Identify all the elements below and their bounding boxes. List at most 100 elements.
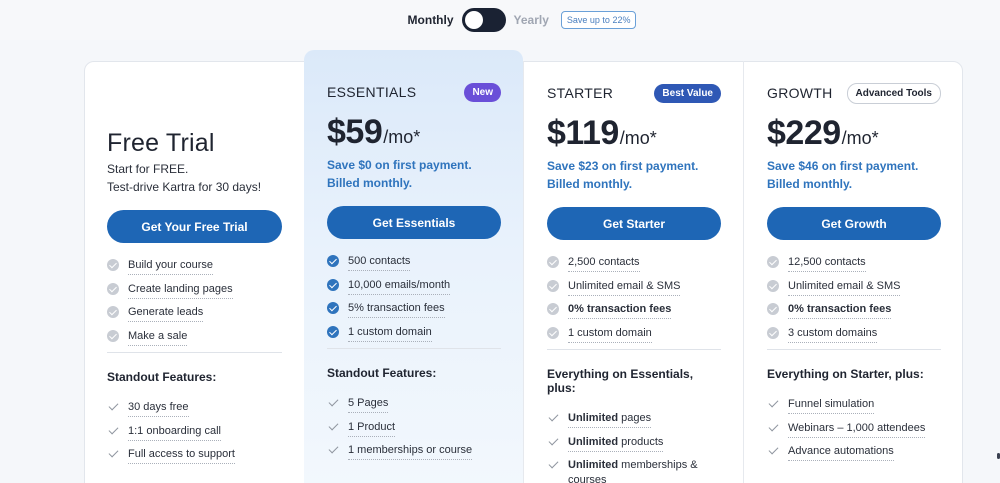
list-item: 5% transaction fees xyxy=(327,301,501,325)
bold-text: Unlimited xyxy=(568,412,619,424)
check-circle-icon xyxy=(107,329,119,342)
plan-header: STARTER Best Value xyxy=(547,81,721,105)
list-item: Unlimited memberships & courses xyxy=(547,458,721,483)
plan-name: ESSENTIALS xyxy=(327,84,417,100)
list-item: 0% transaction fees xyxy=(767,302,941,326)
standout-list: Unlimited pages Unlimited products Unlim… xyxy=(547,411,721,483)
standout-heading: Standout Features: xyxy=(327,366,437,380)
price-amount: $229 xyxy=(767,114,841,152)
check-icon xyxy=(547,459,559,471)
billing-period-switch[interactable] xyxy=(461,8,506,32)
plan-subtitle-2: Test-drive Kartra for 30 days! xyxy=(107,180,262,194)
list-item: Unlimited pages xyxy=(547,411,721,435)
list-item: Build your course xyxy=(107,258,282,282)
save-line-1: Save $23 on first payment. xyxy=(547,159,699,173)
list-item: 1 custom domain xyxy=(327,325,501,349)
list-item: Unlimited products xyxy=(547,435,721,459)
yearly-label[interactable]: Yearly xyxy=(514,13,549,27)
bold-text: Unlimited xyxy=(568,459,619,471)
save-badge: Save up to 22% xyxy=(560,11,637,29)
check-icon xyxy=(107,401,119,413)
standout-heading: Standout Features: xyxy=(107,370,217,384)
feature-list: Build your course Create landing pages G… xyxy=(107,258,282,352)
plan-name: GROWTH xyxy=(767,85,833,101)
check-circle-icon xyxy=(547,279,559,292)
list-item: 500 contacts xyxy=(327,254,501,278)
get-free-trial-button[interactable]: Get Your Free Trial xyxy=(107,210,282,243)
check-circle-icon xyxy=(327,302,339,314)
get-essentials-button[interactable]: Get Essentials xyxy=(327,206,501,239)
list-item: 30 days free xyxy=(107,400,282,424)
price-amount: $59 xyxy=(327,113,383,151)
check-icon xyxy=(327,421,339,433)
plan-growth: GROWTH Advanced Tools $229 /mo* Save $46… xyxy=(743,61,963,483)
check-icon xyxy=(767,398,779,410)
bold-text: Unlimited xyxy=(568,435,619,448)
price: $59 /mo* xyxy=(327,113,501,152)
get-growth-button[interactable]: Get Growth xyxy=(767,207,941,240)
standout-heading: Everything on Essentials, plus: xyxy=(547,367,694,395)
feature-list: 12,500 contacts Unlimited email & SMS 0%… xyxy=(767,255,941,349)
save-line-2: Billed monthly. xyxy=(767,177,853,191)
plan-free-trial: Free Trial Start for FREE. Test-drive Ka… xyxy=(84,61,304,483)
price-period: /mo* xyxy=(619,128,657,148)
list-item: 1 Product xyxy=(327,420,501,444)
list-item: 12,500 contacts xyxy=(767,255,941,279)
price: $119 /mo* xyxy=(547,114,721,153)
monthly-label[interactable]: Monthly xyxy=(408,13,454,27)
check-circle-icon xyxy=(107,306,119,318)
check-circle-icon xyxy=(767,326,779,339)
divider xyxy=(547,349,721,350)
list-item: Funnel simulation xyxy=(767,397,941,421)
standout-list: 30 days free 1:1 onboarding call Full ac… xyxy=(107,400,282,471)
check-circle-icon xyxy=(327,325,339,338)
list-item: Unlimited email & SMS xyxy=(767,279,941,303)
best-value-badge: Best Value xyxy=(654,83,721,103)
list-item: 1 memberships or course xyxy=(327,443,501,467)
standout-heading: Everything on Starter, plus: xyxy=(767,367,924,381)
list-item: Unlimited email & SMS xyxy=(547,279,721,303)
list-item: Generate leads xyxy=(107,305,282,329)
list-item: 5 Pages xyxy=(327,396,501,420)
check-icon xyxy=(107,448,119,460)
check-circle-icon xyxy=(107,259,119,271)
check-icon xyxy=(547,412,559,424)
list-item: Make a sale xyxy=(107,329,282,353)
list-item: Full access to support xyxy=(107,447,282,471)
check-circle-icon xyxy=(107,282,119,295)
price-amount: $119 xyxy=(547,114,619,152)
standout-list: 5 Pages 1 Product 1 memberships or cours… xyxy=(327,396,501,467)
price: $229 /mo* xyxy=(767,114,941,153)
billing-toggle-bar: Monthly Yearly Save up to 22% xyxy=(0,0,1000,40)
switch-knob xyxy=(464,11,483,29)
check-circle-icon xyxy=(767,279,779,292)
check-icon xyxy=(767,422,779,434)
check-circle-icon xyxy=(767,303,779,315)
wrap-text: courses xyxy=(568,474,607,483)
feature-list: 500 contacts 10,000 emails/month 5% tran… xyxy=(327,254,501,348)
get-starter-button[interactable]: Get Starter xyxy=(547,207,721,240)
check-circle-icon xyxy=(547,326,559,339)
divider xyxy=(327,348,501,349)
price-period: /mo* xyxy=(383,127,421,147)
list-item: Create landing pages xyxy=(107,282,282,306)
list-item: 1:1 onboarding call xyxy=(107,424,282,448)
rest-text: memberships & xyxy=(618,459,698,471)
plan-essentials: ESSENTIALS New $59 /mo* Save $0 on first… xyxy=(304,50,523,483)
list-item: 2,500 contacts xyxy=(547,255,721,279)
divider xyxy=(107,352,282,353)
list-item: 1 custom domain xyxy=(547,326,721,350)
check-icon xyxy=(547,436,559,448)
plan-starter: STARTER Best Value $119 /mo* Save $23 on… xyxy=(523,61,743,483)
billing-toggle: Monthly Yearly Save up to 22% xyxy=(408,8,637,32)
plan-title: Free Trial xyxy=(107,129,215,157)
save-line-1: Save $46 on first payment. xyxy=(767,159,919,173)
check-icon xyxy=(107,425,119,437)
advanced-tools-badge: Advanced Tools xyxy=(846,82,941,104)
list-item: Advance automations xyxy=(767,444,941,468)
new-badge: New xyxy=(464,82,501,102)
check-circle-icon xyxy=(327,255,339,267)
check-circle-icon xyxy=(547,303,559,315)
list-item: 10,000 emails/month xyxy=(327,278,501,302)
plan-header: ESSENTIALS New xyxy=(327,80,501,104)
